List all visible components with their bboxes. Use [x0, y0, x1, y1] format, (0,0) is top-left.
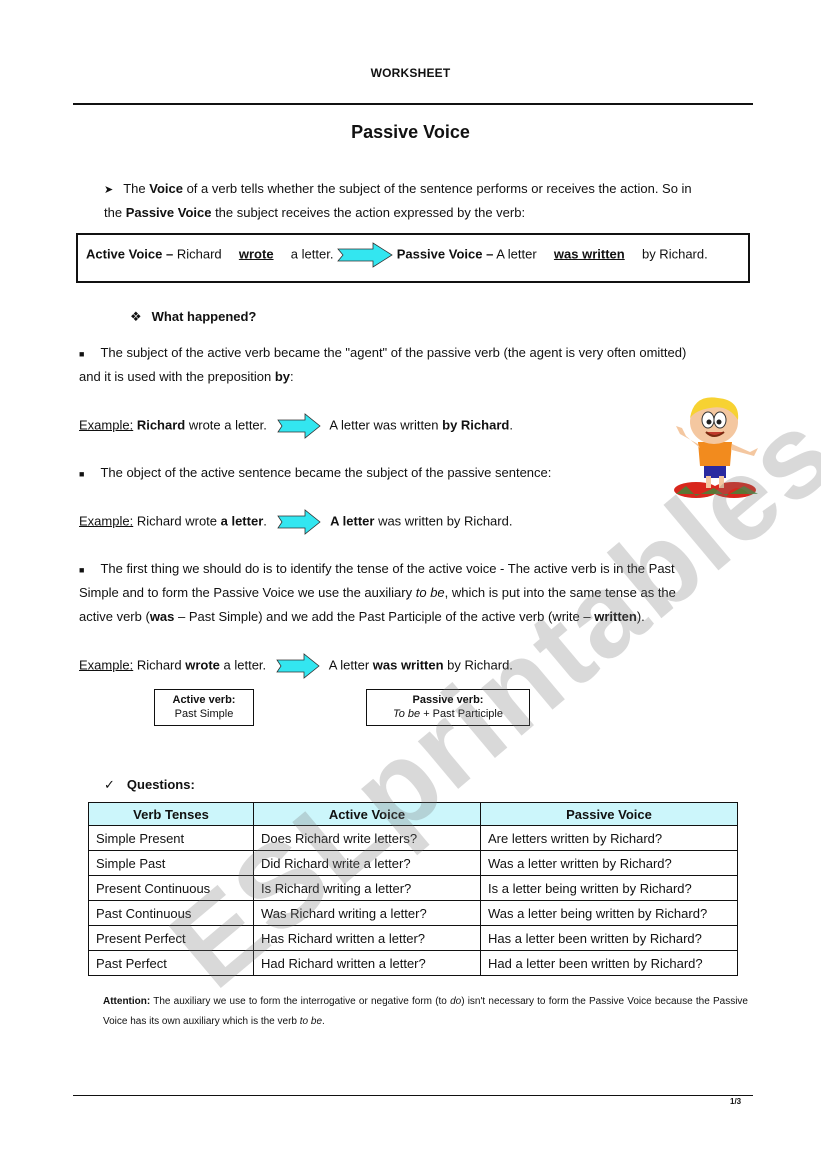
- point-1-line-1: ■ The subject of the active verb became t…: [79, 345, 687, 360]
- column-header: Active Voice: [253, 802, 481, 826]
- questions-heading: ✓ Questions:: [104, 777, 195, 792]
- table-row: Past Perfect Had Richard written a lette…: [88, 950, 738, 976]
- right-arrow-icon: [276, 653, 320, 679]
- right-arrow-icon: [276, 509, 321, 535]
- footer-rule: [73, 1095, 753, 1096]
- intro-line-2: the Passive Voice the subject receives t…: [104, 205, 526, 220]
- point-3-line-2: Simple and to form the Passive Voice we …: [79, 585, 676, 600]
- header-rule: [73, 103, 753, 105]
- cartoon-boy-illustration: [674, 397, 758, 498]
- square-bullet-icon: ■: [79, 469, 85, 479]
- worksheet-header: WORKSHEET: [370, 66, 451, 80]
- square-bullet-icon: ■: [79, 565, 85, 575]
- page-number: 1/3: [730, 1097, 742, 1106]
- arrow-bullet-icon: ➤: [104, 184, 114, 196]
- diamond-bullet-icon: ❖: [130, 309, 142, 324]
- table-row: Present Continuous Is Richard writing a …: [88, 875, 738, 901]
- shirt: [698, 442, 732, 466]
- right-arrow-icon: [276, 413, 321, 439]
- table-row: Simple Present Does Richard write letter…: [88, 825, 738, 851]
- example-1: Example: Richard wrote a letter. A lette…: [79, 413, 513, 439]
- column-header: Verb Tenses: [88, 802, 254, 826]
- active-verb-box: Active verb: Past Simple: [154, 689, 254, 726]
- example-3: Example: Richard wrote a letter. A lette…: [79, 653, 513, 679]
- table-row: Present Perfect Has Richard written a le…: [88, 925, 738, 951]
- page-title: Passive Voice: [351, 122, 470, 142]
- example-2: Example: Richard wrote a letter. A lette…: [79, 509, 512, 535]
- column-header: Passive Voice: [480, 802, 738, 826]
- intro-line-1: ➤ The Voice of a verb tells whether the s…: [104, 181, 692, 196]
- right-arrow-icon: [337, 242, 393, 268]
- attention-note: Attention: The auxiliary we use to form …: [103, 996, 748, 1027]
- table-row: Simple Past Did Richard write a letter? …: [88, 850, 738, 876]
- square-bullet-icon: ■: [79, 349, 85, 359]
- point-2: ■ The object of the active sentence becam…: [79, 465, 552, 480]
- point-3-line-1: ■ The first thing we should do is to iden…: [79, 561, 675, 576]
- voice-comparison-box: Active Voice – Richard wrote a letter. P…: [76, 233, 750, 283]
- point-1-line-2: and it is used with the preposition by:: [79, 369, 294, 384]
- table-header-row: Verb Tenses Active Voice Passive Voice: [88, 802, 738, 826]
- what-happened-heading: ❖ What happened?: [130, 309, 257, 324]
- point-3-line-3: active verb (was – Past Simple) and we a…: [79, 609, 645, 624]
- questions-table: Verb Tenses Active Voice Passive Voice S…: [88, 802, 738, 976]
- passive-verb-box: Passive verb: To be + Past Participle: [366, 689, 530, 726]
- table-row: Past Continuous Was Richard writing a le…: [88, 900, 738, 926]
- checkmark-icon: ✓: [104, 777, 115, 792]
